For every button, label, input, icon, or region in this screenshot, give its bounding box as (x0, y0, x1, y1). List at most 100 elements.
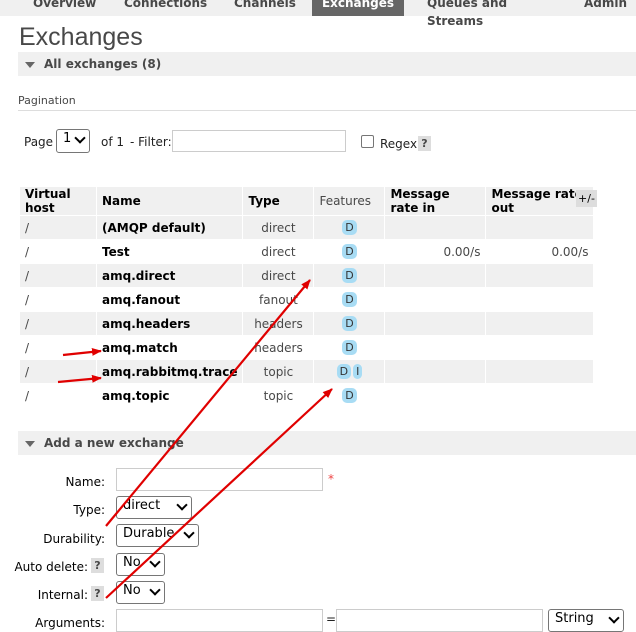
column-header-message-rate-in[interactable]: Message rate in (384, 186, 487, 216)
table-row: / amq.topic topic D (19, 383, 595, 408)
exchange-name-link[interactable]: (AMQP default) (95, 215, 244, 240)
cell-virtual-host: / (19, 239, 97, 264)
cell-type: topic (242, 359, 315, 384)
table-row: / amq.match headers D (19, 335, 595, 360)
chevron-down-icon (176, 499, 188, 511)
cell-message-rate-in (384, 263, 487, 288)
columns-toggle-button[interactable]: +/- (576, 190, 597, 207)
exchange-name-link[interactable]: Test (95, 239, 244, 264)
cell-message-rate-in (384, 287, 487, 312)
cell-message-rate-out (485, 287, 595, 312)
cell-type: fanout (242, 287, 315, 312)
column-header-virtual-host[interactable]: Virtual host (19, 186, 97, 216)
column-header-name[interactable]: Name (95, 186, 244, 216)
cell-virtual-host: / (19, 287, 97, 312)
name-label: Name: (65, 475, 105, 489)
chevron-down-icon (74, 132, 86, 144)
collapse-triangle-icon (25, 441, 35, 447)
page-title: Exchanges (19, 23, 143, 51)
exchange-name-link[interactable]: amq.fanout (95, 287, 244, 312)
cell-features: D (313, 263, 386, 288)
name-input[interactable] (116, 468, 323, 491)
add-exchange-section-header[interactable]: Add a new exchange (18, 431, 636, 455)
page-label: Page (24, 135, 54, 149)
arguments-equals: = (326, 612, 337, 626)
table-row: / amq.fanout fanout D (19, 287, 595, 312)
column-header-type[interactable]: Type (242, 186, 315, 216)
table-row: / amq.direct direct D (19, 263, 595, 288)
cell-virtual-host: / (19, 263, 97, 288)
regex-checkbox[interactable] (361, 135, 374, 148)
cell-virtual-host: / (19, 311, 97, 336)
internal-label: Internal: (37, 588, 88, 602)
exchange-name-link[interactable]: amq.match (95, 335, 244, 360)
durable-badge: D (342, 340, 357, 355)
cell-message-rate-in (384, 335, 487, 360)
page-count: of 1 (101, 135, 125, 149)
durability-select[interactable]: Durable (116, 524, 199, 547)
auto-delete-help-button[interactable]: ? (91, 558, 104, 573)
tab-exchanges[interactable]: Exchanges (312, 0, 404, 16)
cell-virtual-host: / (19, 215, 97, 240)
exchange-name-link[interactable]: amq.direct (95, 263, 244, 288)
durable-badge: D (336, 364, 352, 379)
pagination-label: Pagination (18, 94, 76, 107)
chevron-down-icon (183, 527, 195, 539)
cell-type: headers (242, 335, 315, 360)
internal-help-button[interactable]: ? (91, 586, 104, 601)
filter-input[interactable] (172, 130, 346, 152)
auto-delete-select[interactable]: No (116, 553, 165, 576)
tab-overview[interactable]: Overview (33, 0, 96, 16)
cell-features: D (313, 215, 386, 240)
regex-help-button[interactable]: ? (418, 136, 431, 151)
cell-message-rate-out (485, 311, 595, 336)
argument-type-select[interactable]: String (548, 609, 624, 632)
tab-channels[interactable]: Channels (234, 0, 304, 16)
cell-message-rate-out: 0.00/s (485, 239, 595, 264)
cell-type: topic (242, 383, 315, 408)
tab-admin[interactable]: Admin (584, 0, 634, 16)
durable-badge: D (342, 268, 357, 283)
type-select[interactable]: direct (116, 496, 192, 519)
cell-message-rate-in (384, 383, 487, 408)
table-row: / (AMQP default) direct D (19, 215, 595, 240)
internal-badge: I (353, 364, 363, 379)
cell-message-rate-in (384, 311, 487, 336)
argument-value-input[interactable] (336, 609, 543, 632)
durable-badge: D (342, 388, 357, 403)
exchange-name-link[interactable]: amq.topic (95, 383, 244, 408)
regex-label: Regex (380, 137, 418, 151)
page-select[interactable]: 1 (56, 129, 90, 153)
cell-type: direct (242, 239, 315, 264)
durable-badge: D (342, 220, 357, 235)
type-label: Type: (73, 503, 105, 517)
required-marker: * (328, 472, 334, 486)
cell-message-rate-out (485, 335, 595, 360)
all-exchanges-section-header[interactable]: All exchanges (8) (18, 52, 636, 76)
internal-select[interactable]: No (116, 581, 165, 604)
cell-features: D (313, 311, 386, 336)
durable-badge: D (342, 292, 357, 307)
cell-message-rate-in (384, 215, 487, 240)
cell-message-rate-in (384, 359, 487, 384)
table-row: / Test direct D 0.00/s 0.00/s (19, 239, 595, 264)
argument-key-input[interactable] (116, 609, 323, 632)
table-header-row: Virtual host Name Type Features Message … (19, 186, 595, 216)
chevron-down-icon (608, 612, 620, 624)
top-navigation: Overview Connections Channels Exchanges … (0, 0, 636, 28)
cell-virtual-host: / (19, 359, 97, 384)
exchange-name-link[interactable]: amq.rabbitmq.trace (95, 359, 244, 384)
divider (18, 110, 636, 111)
cell-type: headers (242, 311, 315, 336)
arguments-label: Arguments: (35, 616, 105, 630)
cell-features: DI (313, 359, 386, 384)
cell-features: D (313, 239, 386, 264)
exchange-name-link[interactable]: amq.headers (95, 311, 244, 336)
tab-queues-and-streams[interactable]: Queues and Streams (427, 0, 557, 28)
durable-badge: D (342, 244, 357, 259)
tab-connections[interactable]: Connections (124, 0, 214, 16)
section-title: Add a new exchange (44, 436, 184, 450)
table-row: / amq.headers headers D (19, 311, 595, 336)
durability-label: Durability: (43, 532, 105, 546)
column-header-features: Features (313, 186, 386, 216)
